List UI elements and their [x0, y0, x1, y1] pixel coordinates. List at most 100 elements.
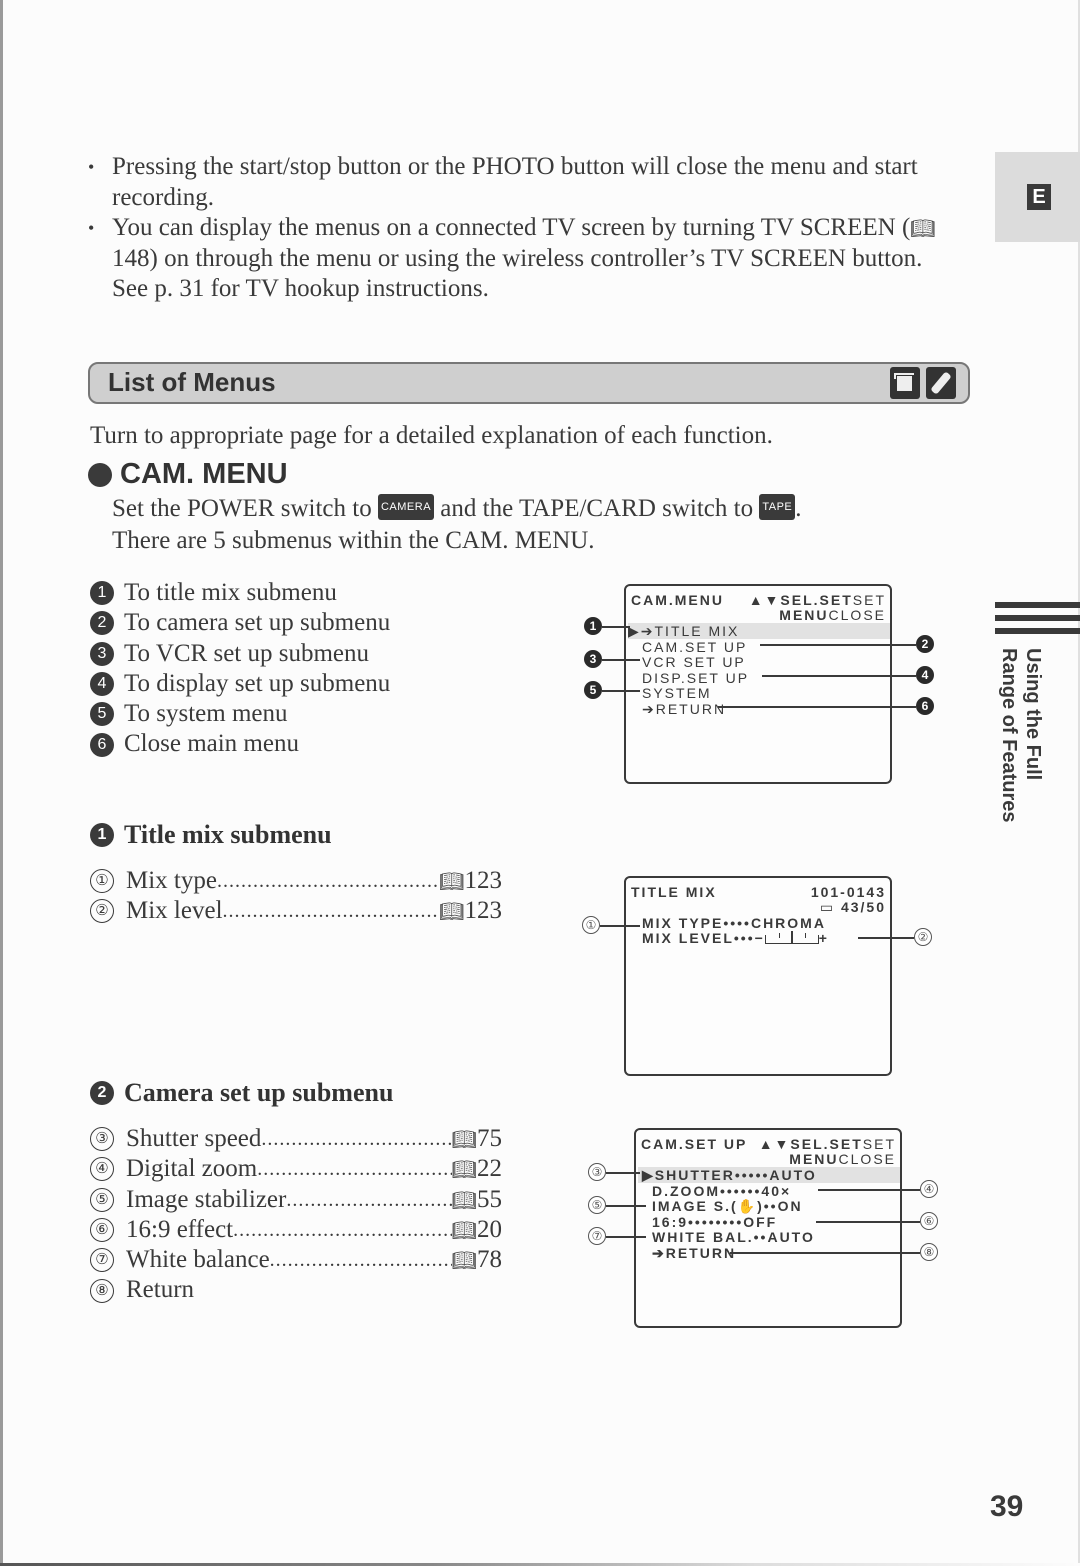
callout-5: 5 — [584, 681, 602, 699]
cam-menu-note: There are 5 submenus within the CAM. MEN… — [112, 527, 595, 554]
page-ref: 75 — [477, 1125, 502, 1152]
callout-line — [762, 675, 916, 677]
list-item: ④ Digital zoom 📖︎22 — [90, 1154, 502, 1184]
menu-row: DISP.SET UP — [642, 670, 750, 686]
page-ref: 123 — [464, 897, 503, 925]
callout-6: ⑥ — [920, 1212, 938, 1230]
menu-row: VCR SET UP — [642, 654, 746, 670]
memory-card-icon — [890, 367, 920, 399]
list-item: ⑦ White balance 📖︎78 — [90, 1245, 502, 1275]
callout-line — [816, 1221, 920, 1223]
page-ref: 78 — [477, 1246, 502, 1274]
list-item: 2 To camera set up submenu — [90, 608, 390, 638]
page-number: 39 — [990, 1490, 1024, 1523]
callout-4: ④ — [920, 1180, 938, 1198]
callout-line — [606, 1236, 646, 1238]
bullet-disc-icon — [88, 462, 112, 487]
bullet-icon: • — [88, 218, 95, 238]
list-item: 6 Close main menu — [90, 729, 390, 759]
list-item: ⑥ 16:9 effect 📖︎20 — [90, 1215, 502, 1245]
menu-row: ➔RETURN — [652, 1245, 737, 1261]
page-ref: 123 — [464, 867, 503, 894]
language-tab-label: E — [1027, 184, 1051, 210]
camera-setup-heading: 2 Camera set up submenu — [90, 1078, 393, 1108]
page-ref: 20 — [477, 1215, 502, 1243]
camera-setup-items: ③ Shutter speed 📖︎75 ④ Digital zoom 📖︎22… — [90, 1124, 502, 1306]
menu-row: IMAGE S.(✋)••ON — [652, 1198, 803, 1214]
bullet-icon: • — [88, 157, 95, 177]
list-item: ⑤ Image stabilizer 📖︎55 — [90, 1185, 502, 1215]
title-mix-items: ① Mix type 📖︎123 ② Mix level 📖︎123 — [90, 866, 502, 927]
list-item: ⑧ Return — [90, 1275, 502, 1305]
list-item: ① Mix type 📖︎123 — [90, 866, 502, 896]
mix-level-bar — [764, 930, 819, 944]
section-header: List of Menus — [88, 362, 970, 404]
callout-line — [602, 626, 630, 628]
chapter-tab-bars — [995, 602, 1080, 641]
callout-line — [858, 937, 914, 939]
screen-hint: MENUCLOSE — [789, 1151, 896, 1167]
page-ref: 55 — [477, 1185, 502, 1213]
screen-hint: ▲▼SEL.SETSET — [748, 592, 886, 608]
callout-1: 1 — [584, 617, 602, 635]
chapter-tab-label: Using the Full Range of Features — [998, 648, 1044, 823]
file-number: 101-0143 — [810, 884, 886, 900]
menu-row: WHITE BAL.••AUTO — [652, 1229, 815, 1245]
callout-8: ⑧ — [920, 1243, 938, 1261]
book-icon: 📖︎ — [451, 1248, 477, 1273]
section-title: List of Menus — [108, 367, 276, 397]
book-icon: 📖︎ — [439, 899, 465, 924]
cam-setup-screen: CAM.SET UP ▲▼SEL.SETSET MENUCLOSE ▶SHUTT… — [634, 1128, 902, 1328]
screen-title: CAM.SET UP — [641, 1136, 748, 1152]
screen-title: TITLE MIX — [631, 884, 717, 900]
mix-level-tick — [778, 932, 780, 938]
callout-4: 4 — [916, 666, 934, 684]
page-ref: 22 — [477, 1155, 502, 1183]
mix-level-tick — [804, 932, 806, 938]
callout-line — [606, 1205, 646, 1207]
list-item: ② Mix level 📖︎123 — [90, 896, 502, 926]
book-icon: 📖︎ — [451, 1187, 477, 1212]
list-item: 5 To system menu — [90, 699, 390, 729]
notes-list: • Pressing the start/stop button or the … — [88, 152, 958, 305]
list-item: 1 To title mix submenu — [90, 578, 390, 608]
callout-3: ③ — [588, 1163, 606, 1181]
book-icon: 📖︎ — [451, 1127, 477, 1151]
cam-menu-instruction: Set the POWER switch to CAMERA and the T… — [112, 494, 802, 522]
mix-type-row: MIX TYPE••••CHROMA — [642, 915, 826, 931]
callout-line — [606, 1172, 640, 1174]
menu-row: CAM.SET UP — [642, 639, 748, 655]
note-item: • Pressing the start/stop button or the … — [88, 153, 918, 211]
mix-level-row: MIX LEVEL•••− + — [642, 930, 829, 946]
cam-menu-heading: CAM. MENU — [88, 458, 288, 491]
callout-1: ① — [582, 916, 600, 934]
callout-2: 2 — [916, 635, 934, 653]
screen-title: CAM.MENU — [631, 592, 724, 608]
callout-line — [602, 659, 640, 661]
callout-5: ⑤ — [588, 1196, 606, 1214]
note-item: • You can display the menus on a connect… — [88, 214, 936, 302]
callout-6: 6 — [916, 697, 934, 715]
screen-hint: MENUCLOSE — [779, 607, 886, 623]
callout-2: ② — [914, 928, 932, 946]
book-icon: 📖︎ — [451, 1157, 477, 1182]
callout-line — [600, 925, 640, 927]
book-icon: 📖︎ — [910, 216, 936, 240]
title-mix-heading: 1 Title mix submenu — [90, 820, 332, 850]
callout-line — [818, 1189, 920, 1191]
card-icon: ▭ — [819, 899, 841, 915]
cam-menu-items: 1 To title mix submenu 2 To camera set up … — [90, 578, 390, 760]
list-item: ③ Shutter speed 📖︎75 — [90, 1124, 502, 1154]
menu-row: D.ZOOM••••••40× — [652, 1183, 792, 1199]
menu-row-selected: ▶➔TITLE MIX — [628, 623, 890, 639]
menu-row: 16:9••••••••OFF — [652, 1214, 778, 1230]
image-count: ▭ 43/50 — [819, 899, 886, 915]
language-tab: E — [995, 152, 1080, 242]
cam-menu-screen: CAM.MENU ▲▼SEL.SETSET MENUCLOSE ▶➔TITLE … — [624, 584, 892, 784]
menu-row: ➔RETURN — [642, 701, 727, 717]
callout-line — [718, 706, 916, 708]
title-mix-screen: TITLE MIX 101-0143 ▭ 43/50 MIX TYPE••••C… — [624, 876, 892, 1076]
page-edge — [0, 0, 3, 1566]
callout-7: ⑦ — [588, 1227, 606, 1245]
wireless-controller-icon — [926, 367, 956, 399]
